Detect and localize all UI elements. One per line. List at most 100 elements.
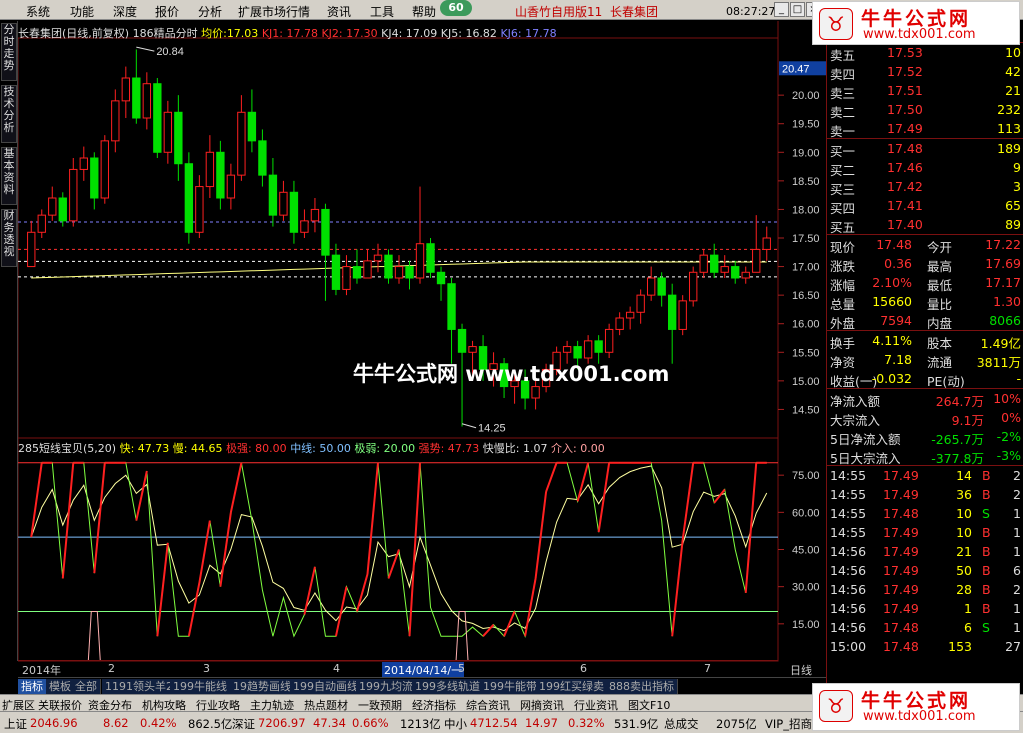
indicator-tab[interactable]: 199九均流 [356,679,417,694]
tick-row: 14:56 17.49 50 B 6 [827,561,1023,580]
zx-change: 14.97 [525,716,558,730]
watermark-logo-bottom: ♉ 牛牛公式网 www.tdx001.com [812,683,1020,731]
candle-body [195,186,204,233]
candle-body [300,220,309,233]
indicator-tick-label: 60.00 [792,507,820,519]
menu-analysis[interactable]: 分析 [198,3,222,20]
candle-body [48,197,57,216]
menu-news[interactable]: 资讯 [327,3,351,20]
tick-count: 2 [1013,582,1021,597]
candle-body [174,111,183,165]
tick-volume: 28 [956,582,972,597]
indicator-tab[interactable]: 199多线轨道 [412,679,484,694]
candle-body [646,277,656,296]
indicator-tab[interactable]: 指标 [18,679,47,694]
stat-value: 17.22 [985,237,1021,252]
tick-price: 17.49 [883,601,919,616]
tab-intraday[interactable]: 分时走势 [1,23,17,81]
menu-quote[interactable]: 报价 [155,3,179,20]
cow-icon: ♉ [819,8,853,40]
candle-body [111,100,120,142]
minimize-button[interactable]: _ [774,2,789,17]
menu-extended-market[interactable]: 扩展市场行情 [238,3,310,20]
price-tick-label: 16.50 [792,290,820,302]
sz-label: 深证 [232,717,255,731]
period-label[interactable]: 日线 [790,662,812,678]
bid-price: 17.46 [887,160,923,175]
bid-row: 买三 17.42 3 [827,177,1023,197]
tick-price: 17.49 [883,525,919,540]
candle-body [457,328,467,353]
candle-body [394,266,404,279]
tick-price: 17.48 [883,620,919,635]
indicator-tick-label: 75.00 [792,470,820,482]
kline-chart[interactable]: 20.00 19.50 19.00 18.50 18.00 17.50 17.00 16.50… [18,21,826,679]
bid-volume: 9 [1013,160,1021,175]
tab-technical[interactable]: 技术分析 [1,85,17,143]
price-tick-label: 18.00 [792,204,820,216]
stat-value: 0.36 [884,256,912,271]
bid-row: 买五 17.40 89 [827,215,1023,235]
vip-label[interactable]: VIP_招商 [765,716,812,732]
menu-depth[interactable]: 深度 [113,3,137,20]
tab-fundamentals[interactable]: 基本资料 [1,147,17,205]
sz-amount: 1213亿 [400,717,441,731]
indicator-tab[interactable]: 模板 [46,679,75,694]
ask-volume: 42 [1005,64,1021,79]
tick-side: S [982,620,990,635]
ask-row: 卖四 17.52 42 [827,62,1023,82]
tick-side: B [982,582,991,597]
flow-row: 5日净流入额 -265.7万 -2% [827,427,1023,447]
candle-body [405,266,414,279]
stat-row: 净资 7.18 流通 3811万 [827,350,1023,370]
indicator-tab[interactable]: 199牛能带 [480,679,541,694]
stat-value: 1.30 [993,294,1021,309]
chart-area[interactable]: 20.00 19.50 19.00 18.50 18.00 17.50 17.00 16.50… [18,21,826,679]
tick-side: B [982,601,991,616]
indicator-tick-label: 15.00 [792,619,820,631]
candle-body [310,208,320,222]
flow-row: 净流入额 264.7万 10% [827,389,1023,409]
date-tick-label: 2 [108,662,115,675]
bid-row: 买四 17.41 65 [827,196,1023,216]
favorite-count-badge[interactable]: 60 [440,0,472,16]
tick-side: B [982,563,991,578]
maximize-button[interactable]: □ [790,2,805,17]
bid-price: 17.42 [887,179,923,194]
candle-body [384,254,393,279]
menu-system[interactable]: 系统 [26,3,50,20]
menu-function[interactable]: 功能 [70,3,94,20]
candle-body [37,214,46,233]
indicator-tab[interactable]: 1191领头羊2 [102,679,177,694]
midline-value: 中线: 50.00 [290,442,351,455]
indicator-tab[interactable]: 19趋势画线 [230,679,295,694]
indicator-tab[interactable]: 199自动画线 [290,679,362,694]
candle-body [699,254,708,273]
tick-time: 14:55 [830,506,867,521]
candle-body [27,231,36,268]
indicator-tab[interactable]: 199红买绿卖 [536,679,608,694]
tick-count: 1 [1013,544,1021,559]
cow-icon: ♉ [819,690,853,722]
tick-time: 14:56 [830,563,867,578]
candle-body [710,254,719,273]
indicator-tab[interactable]: 全部 [72,679,101,694]
stat-row: 现价 17.48 今开 17.22 [827,235,1023,255]
sz-change: 47.34 [313,716,346,730]
menu-help[interactable]: 帮助 [412,3,436,20]
menu-tools[interactable]: 工具 [370,3,394,20]
bid-volume: 3 [1013,179,1021,194]
date-tick-label: 6 [580,662,587,675]
indicator-tab[interactable]: 888卖出指标 [606,679,678,694]
tick-volume: 50 [956,563,972,578]
price-top-tag: 20.47 [782,63,810,75]
price-tick-label: 20.00 [792,90,820,102]
high-label: 20.84 [156,46,184,58]
tick-row: 14:55 17.48 10 S 1 [827,504,1023,523]
extreme-strong-value: 极强: 80.00 [225,442,287,455]
tick-row: 14:55 17.49 10 B 1 [827,523,1023,542]
ask-price: 17.50 [887,102,923,117]
indicator-tab[interactable]: 199牛能线 [170,679,231,694]
candle-body [604,328,614,353]
tab-financials[interactable]: 财务透视 [1,209,17,267]
